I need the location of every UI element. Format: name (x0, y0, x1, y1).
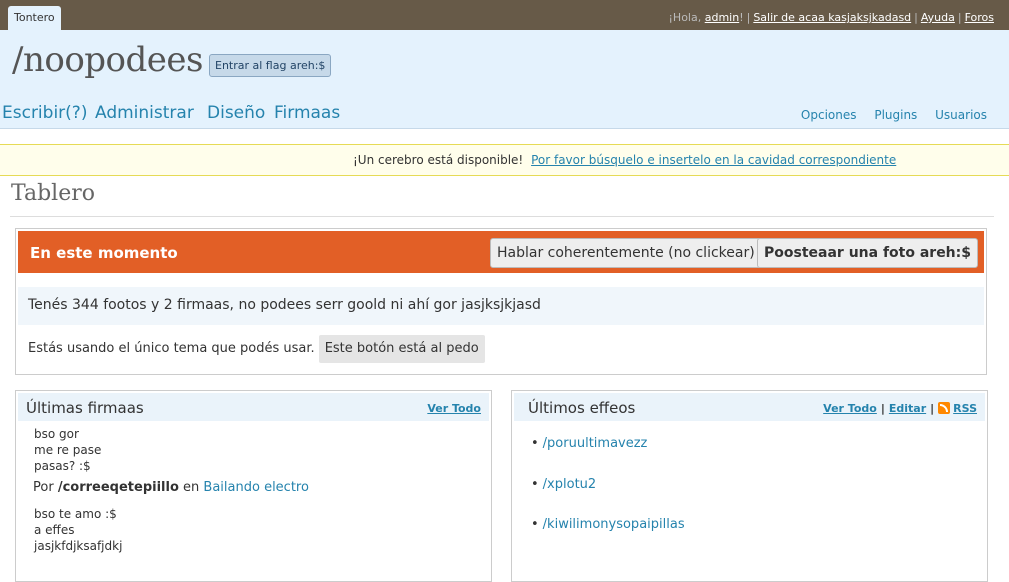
greeting-text: ¡Hola, (668, 11, 705, 24)
divider (10, 216, 994, 217)
right-now-header: En este momento Hablar coherentemente (n… (18, 231, 984, 273)
separator: | (957, 11, 962, 24)
page-title: Tablero (11, 181, 95, 206)
widget-links: Ver Todo (427, 402, 481, 415)
forums-link[interactable]: Foros (965, 11, 994, 24)
top-bar: Tontero ¡Hola, admin! | Salir de acaa kasj… (0, 0, 1009, 30)
comment-text: bso te amo :$ a effes jasjkfdjksafjdkj (34, 507, 123, 553)
widget-title: Últimas firmaas (26, 399, 144, 417)
bullet: • (531, 477, 539, 492)
separator: | (746, 11, 751, 24)
theme-text: Estás usando el único tema que podés usa… (28, 341, 315, 356)
comment-text: bso gor me re pase pasas? :$ (34, 427, 102, 473)
nav-users[interactable]: Usuarios (935, 108, 987, 122)
notice-text-wrap: ¡Un cerebro está disponible! Por favor b… (353, 153, 896, 167)
list-item: • /kiwilimonysopaipillas (531, 517, 685, 532)
separator: | (914, 11, 918, 24)
rss-icon[interactable] (938, 402, 951, 414)
list-item: • /xplotu2 (531, 477, 596, 492)
help-link[interactable]: Ayuda (921, 11, 955, 24)
theme-button[interactable]: Este botón está al pedo (318, 335, 485, 363)
feed-link[interactable]: /poruultimavezz (543, 436, 648, 451)
comment-byline: Por /correeqetepiillo en Bailando electr… (33, 480, 309, 495)
blog-tab[interactable]: Tontero (8, 6, 61, 30)
comment-post-link[interactable]: Bailando electro (203, 480, 309, 495)
view-all-link[interactable]: Ver Todo (427, 402, 481, 415)
feed-link[interactable]: /xplotu2 (543, 477, 597, 492)
in-word: en (183, 480, 200, 495)
flag-button[interactable]: Entrar al flag areh:$ (209, 54, 332, 77)
view-all-link[interactable]: Ver Todo (823, 402, 877, 415)
nav-options[interactable]: Opciones (801, 108, 857, 122)
nav-write[interactable]: Escribir(?) (2, 103, 87, 123)
nav-design[interactable]: Diseño (207, 103, 265, 123)
theme-row: Estás usando el único tema que podés usa… (28, 335, 485, 363)
greeting-end: ! (739, 11, 744, 24)
header: /noopodees Entrar al flag areh:$ Escribi… (0, 30, 1009, 129)
widget-links: Ver Todo | Editar | RSS (823, 402, 977, 415)
nav-plugins[interactable]: Plugins (874, 108, 917, 122)
comment-author: /correeqetepiillo (57, 480, 179, 495)
summary-row: Tenés 344 footos y 2 firmaas, no podees … (18, 287, 984, 325)
recent-feeds-widget: Últimos effeos Ver Todo | Editar | RSS •/por… (511, 390, 988, 582)
recent-comments-widget: Últimas firmaas Ver Todo bso gor me re p… (15, 390, 492, 582)
list-item: • /poruultimavezz (531, 436, 647, 451)
username-link[interactable]: admin (705, 11, 739, 24)
sub-nav: Opciones Plugins Usuarios (787, 108, 987, 122)
notice-link[interactable]: Por favor búsquelo e insertelo en la cav… (531, 153, 896, 167)
separator: | (880, 402, 885, 415)
logout-link[interactable]: Salir de acaa kasjaksjkadasd (753, 11, 911, 24)
post-photo-button[interactable]: Poosteaar una foto areh:$ (757, 238, 978, 268)
widget-header: Últimos effeos Ver Todo | Editar | RSS (514, 393, 985, 421)
notice-message: ¡Un cerebro está disponible! (353, 153, 524, 167)
right-now-title: En este momento (30, 244, 178, 262)
nav-comments[interactable]: Firmaas (274, 103, 340, 123)
bullet: • (531, 436, 539, 451)
nav-manage[interactable]: Administrar (95, 103, 194, 123)
summary-text: Tenés 344 footos y 2 firmaas, no podees … (28, 297, 541, 313)
talk-button[interactable]: Hablar coherentemente (no clickear) (490, 238, 762, 268)
by-prefix: Por (33, 480, 54, 495)
widget-title: Últimos effeos (528, 399, 636, 417)
user-links: ¡Hola, admin! | Salir de acaa kasjaksjkada… (669, 11, 994, 24)
edit-link[interactable]: Editar (889, 402, 926, 415)
feed-link[interactable]: /kiwilimonysopaipillas (543, 517, 685, 532)
separator: | (930, 402, 935, 415)
rss-link[interactable]: RSS (953, 402, 977, 415)
update-notice: ¡Un cerebro está disponible! Por favor b… (0, 144, 1009, 176)
right-now-box: En este momento Hablar coherentemente (n… (15, 228, 987, 375)
widget-header: Últimas firmaas Ver Todo (18, 393, 489, 421)
site-title[interactable]: /noopodees (12, 40, 203, 80)
bullet: • (531, 517, 539, 532)
